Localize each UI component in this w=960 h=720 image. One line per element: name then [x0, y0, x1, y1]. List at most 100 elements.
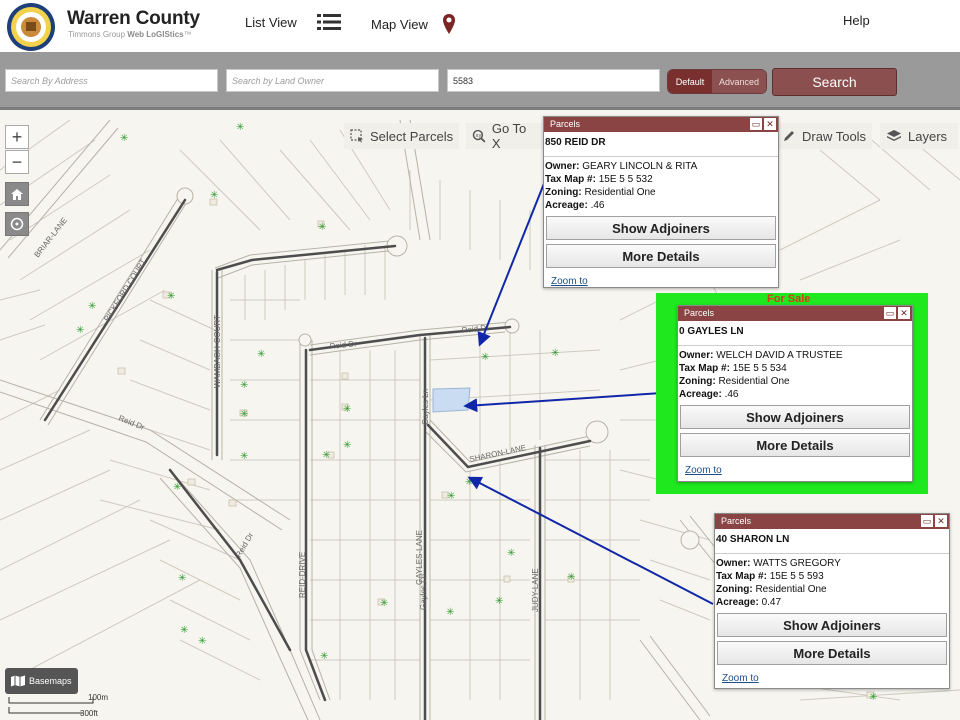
road-label-reid-drive: REID-DRIVE — [298, 552, 307, 598]
close-icon[interactable]: ✕ — [935, 515, 947, 527]
svg-text:✳: ✳ — [210, 190, 218, 201]
svg-text:✳: ✳ — [481, 352, 489, 363]
draw-tools-tool[interactable]: Draw Tools — [776, 123, 873, 149]
basemaps-label: Basemaps — [29, 676, 72, 686]
more-details-button[interactable]: More Details — [546, 244, 776, 268]
layers-label: Layers — [908, 128, 948, 144]
owner-label: Owner: — [679, 350, 714, 361]
road-label-judy-lane: JUDY-LANE — [531, 568, 540, 612]
acreage-label: Acreage: — [545, 200, 588, 211]
svg-text:✳: ✳ — [198, 636, 206, 647]
zoning-label: Zoning: — [679, 376, 716, 387]
subtitle-brand: Web LoGIStics — [127, 30, 184, 39]
parcel-popup-0-gayles: Parcels ▭ ✕ 0 GAYLES LN Owner: WELCH DAV… — [677, 305, 913, 482]
nav-map-view[interactable]: Map View — [371, 13, 456, 35]
zoom-to-link[interactable]: Zoom to — [715, 665, 949, 684]
zoom-in-button[interactable]: + — [5, 125, 29, 149]
owner-value: GEARY LINCOLN & RITA — [582, 161, 698, 172]
subtitle-prefix: Timmons Group — [68, 30, 128, 39]
select-parcels-tool[interactable]: Select Parcels — [344, 123, 460, 149]
home-button[interactable] — [5, 182, 29, 206]
acreage-value: 0.47 — [761, 597, 782, 608]
popup-title-bar: Parcels ▭ ✕ — [715, 514, 949, 529]
home-icon — [11, 188, 23, 200]
popup-details: Owner: WATTS GREGORY Tax Map #: 15E 5 5 … — [715, 554, 949, 609]
show-adjoiners-button[interactable]: Show Adjoiners — [680, 405, 910, 429]
parcel-search-input[interactable] — [447, 69, 660, 92]
go-to-xy-tool[interactable]: xy Go To X — [466, 121, 544, 151]
county-seal-logo[interactable] — [2, 2, 60, 52]
svg-text:✳: ✳ — [551, 348, 559, 359]
pencil-icon — [784, 131, 794, 141]
tax-map-label: Tax Map #: — [716, 571, 767, 582]
select-parcels-icon — [350, 129, 363, 143]
road-label-wambagh-court: WAMBAGH-COURT — [213, 315, 222, 388]
more-details-button[interactable]: More Details — [680, 433, 910, 457]
layers-tool[interactable]: Layers — [880, 123, 958, 149]
svg-text:✳: ✳ — [380, 598, 388, 609]
zoning-value: Residential One — [584, 187, 656, 198]
search-button[interactable]: Search — [772, 68, 897, 96]
svg-text:✳: ✳ — [322, 450, 330, 461]
basemaps-button[interactable]: Basemaps — [5, 668, 78, 694]
address-search-input[interactable] — [5, 69, 218, 92]
map-icon — [11, 675, 25, 687]
close-icon[interactable]: ✕ — [764, 118, 776, 130]
show-adjoiners-button[interactable]: Show Adjoiners — [717, 613, 947, 637]
owner-value: WELCH DAVID A TRUSTEE — [716, 350, 843, 361]
scale-label-m: 100m — [88, 693, 109, 702]
zoom-to-link[interactable]: Zoom to — [678, 457, 912, 476]
tax-map-value: 15E 5 5 534 — [732, 363, 787, 374]
tax-map-value: 15E 5 5 532 — [598, 174, 653, 185]
arrow-40-sharon — [467, 476, 714, 605]
popup-title: Parcels — [721, 516, 752, 526]
locate-button[interactable] — [5, 212, 29, 236]
owner-label: Owner: — [716, 558, 751, 569]
close-icon[interactable]: ✕ — [898, 307, 910, 319]
nav-help[interactable]: Help — [843, 13, 870, 28]
svg-text:✳: ✳ — [343, 404, 351, 415]
mode-advanced-button[interactable]: Advanced — [712, 70, 766, 93]
tax-map-value: 15E 5 5 593 — [769, 571, 824, 582]
highlighted-parcel[interactable] — [432, 387, 471, 413]
go-to-xy-label: Go To X — [491, 121, 527, 151]
more-details-button[interactable]: More Details — [717, 641, 947, 665]
search-bar: Default Advanced Search — [0, 52, 960, 110]
svg-text:✳: ✳ — [567, 572, 575, 583]
popup-title: Parcels — [684, 308, 715, 318]
maximize-icon[interactable]: ▭ — [750, 118, 762, 130]
svg-text:✳: ✳ — [173, 482, 181, 493]
road-label-pickford-court: PICKFORD COURT — [102, 257, 148, 323]
maximize-icon[interactable]: ▭ — [921, 515, 933, 527]
nav-list-view-label: List View — [245, 14, 297, 30]
parcel-popup-40-sharon: Parcels ▭ ✕ 40 SHARON LN Owner: WATTS GR… — [714, 513, 950, 689]
scale-label-ft: 300ft — [80, 709, 98, 718]
nav-list-view[interactable]: List View — [245, 13, 341, 31]
popup-address: 40 SHARON LN — [715, 529, 949, 554]
svg-text:✳: ✳ — [507, 548, 515, 559]
scale-bar: 100m 300ft — [8, 693, 108, 718]
svg-text:✳: ✳ — [180, 625, 188, 636]
tax-map-label: Tax Map #: — [679, 363, 730, 374]
layers-icon — [887, 130, 901, 141]
zoom-to-link[interactable]: Zoom to — [544, 268, 778, 287]
show-adjoiners-button[interactable]: Show Adjoiners — [546, 216, 776, 240]
svg-text:✳: ✳ — [495, 596, 503, 607]
road-label-reid-dr-left: Reid Dr — [117, 414, 146, 433]
popup-details: Owner: GEARY LINCOLN & RITA Tax Map #: 1… — [544, 157, 778, 212]
road-label-gayles-ln-2: Gayles Ln — [419, 574, 428, 610]
road-label-gayles-ln: Gayles Ln — [421, 389, 430, 425]
maximize-icon[interactable]: ▭ — [884, 307, 896, 319]
select-parcels-label: Select Parcels — [370, 128, 454, 144]
svg-text:✳: ✳ — [318, 222, 326, 233]
acreage-value: .46 — [590, 200, 605, 211]
acreage-label: Acreage: — [716, 597, 759, 608]
popup-title-bar: Parcels ▭ ✕ — [544, 117, 778, 132]
for-sale-label: For Sale — [767, 293, 811, 305]
svg-text:✳: ✳ — [236, 122, 244, 133]
mode-default-button[interactable]: Default — [668, 70, 713, 93]
zoom-out-button[interactable]: − — [5, 150, 29, 174]
svg-text:✳: ✳ — [178, 573, 186, 584]
owner-search-input[interactable] — [226, 69, 439, 92]
go-to-xy-icon: xy — [472, 129, 486, 143]
